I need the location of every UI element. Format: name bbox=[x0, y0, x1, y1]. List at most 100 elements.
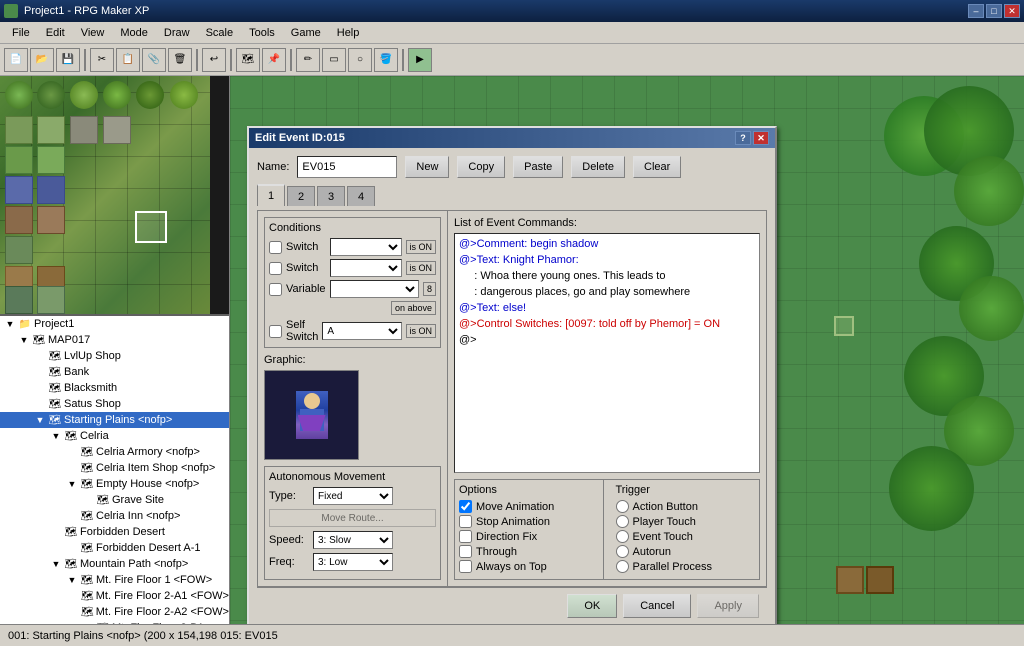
tree-celria-armory[interactable]: 🗺 Celria Armory <nofp> bbox=[0, 444, 229, 460]
menu-draw[interactable]: Draw bbox=[156, 25, 198, 41]
title-bar-buttons[interactable]: – □ ✕ bbox=[968, 4, 1020, 18]
tool-undo[interactable]: ↩ bbox=[202, 48, 226, 72]
tool-open[interactable]: 📂 bbox=[30, 48, 54, 72]
expand-icon[interactable]: ▼ bbox=[32, 415, 48, 425]
variable-checkbox[interactable] bbox=[269, 283, 282, 296]
tree-forbidden-desert-a1[interactable]: 🗺 Forbidden Desert A-1 bbox=[0, 540, 229, 556]
tree-celria[interactable]: ▼ 🗺 Celria bbox=[0, 428, 229, 444]
tree-mt-fire-1[interactable]: ▼ 🗺 Mt. Fire Floor 1 <FOW> bbox=[0, 572, 229, 588]
tool-new[interactable]: 📄 bbox=[4, 48, 28, 72]
through-checkbox[interactable] bbox=[459, 545, 472, 558]
move-route-button[interactable]: Move Route... bbox=[269, 509, 436, 527]
always-on-top-checkbox[interactable] bbox=[459, 560, 472, 573]
tool-delete[interactable]: 🗑 bbox=[168, 48, 192, 72]
expand-icon[interactable]: ▼ bbox=[64, 479, 80, 489]
tree-mountain-path[interactable]: ▼ 🗺 Mountain Path <nofp> bbox=[0, 556, 229, 572]
tool-rect[interactable]: ▭ bbox=[322, 48, 346, 72]
switch1-checkbox[interactable] bbox=[269, 241, 282, 254]
tree-satus[interactable]: 🗺 Satus Shop bbox=[0, 396, 229, 412]
tree-lvlup[interactable]: 🗺 LvlUp Shop bbox=[0, 348, 229, 364]
menu-mode[interactable]: Mode bbox=[112, 25, 156, 41]
event-touch-radio[interactable] bbox=[616, 530, 629, 543]
maximize-button[interactable]: □ bbox=[986, 4, 1002, 18]
menu-scale[interactable]: Scale bbox=[198, 25, 242, 41]
freq-select[interactable]: 3: Low bbox=[313, 553, 393, 571]
tab-4[interactable]: 4 bbox=[347, 186, 375, 206]
expand-icon[interactable]: ▼ bbox=[48, 431, 64, 441]
bottom-section: Options Move Animation Stop Animation bbox=[454, 479, 760, 580]
map-icon: 🗺 bbox=[80, 573, 94, 587]
minimize-button[interactable]: – bbox=[968, 4, 984, 18]
copy-button[interactable]: Copy bbox=[457, 156, 505, 178]
stop-animation-checkbox[interactable] bbox=[459, 515, 472, 528]
tree-starting-plains[interactable]: ▼ 🗺 Starting Plains <nofp> bbox=[0, 412, 229, 428]
move-animation-row: Move Animation bbox=[459, 500, 599, 513]
self-switch-checkbox[interactable] bbox=[269, 325, 282, 338]
switch1-select[interactable] bbox=[330, 238, 402, 256]
action-button-radio[interactable] bbox=[616, 500, 629, 513]
tool-copy[interactable]: 📋 bbox=[116, 48, 140, 72]
move-animation-checkbox[interactable] bbox=[459, 500, 472, 513]
tool-map[interactable]: 🗺 bbox=[236, 48, 260, 72]
apply-button[interactable]: Apply bbox=[697, 594, 759, 618]
menu-file[interactable]: File bbox=[4, 25, 38, 41]
tool-pencil[interactable]: ✏ bbox=[296, 48, 320, 72]
type-select[interactable]: Fixed Random Approach Custom bbox=[313, 487, 393, 505]
autorun-radio[interactable] bbox=[616, 545, 629, 558]
tool-ellipse[interactable]: ○ bbox=[348, 48, 372, 72]
tool-paste[interactable]: 📎 bbox=[142, 48, 166, 72]
delete-button[interactable]: Delete bbox=[571, 156, 625, 178]
event-commands-list[interactable]: @>Comment: begin shadow @>Text: Knight P… bbox=[454, 233, 760, 473]
tree-mt-fire-2a2[interactable]: 🗺 Mt. Fire Floor 2-A2 <FOW> bbox=[0, 604, 229, 620]
menu-tools[interactable]: Tools bbox=[241, 25, 283, 41]
new-button[interactable]: New bbox=[405, 156, 449, 178]
tab-3[interactable]: 3 bbox=[317, 186, 345, 206]
tree-map017[interactable]: ▼ 🗺 MAP017 bbox=[0, 332, 229, 348]
graphic-box[interactable] bbox=[264, 370, 359, 460]
clear-button[interactable]: Clear bbox=[633, 156, 681, 178]
tool-save[interactable]: 💾 bbox=[56, 48, 80, 72]
cancel-button[interactable]: Cancel bbox=[623, 594, 691, 618]
name-input[interactable] bbox=[297, 156, 397, 178]
self-switch-select[interactable]: A bbox=[322, 322, 401, 340]
tree-celria-item[interactable]: 🗺 Celria Item Shop <nofp> bbox=[0, 460, 229, 476]
tree-mt-fire-2a1[interactable]: 🗺 Mt. Fire Floor 2-A1 <FOW> bbox=[0, 588, 229, 604]
switch2-select[interactable] bbox=[330, 259, 402, 277]
tree-blacksmith[interactable]: 🗺 Blacksmith bbox=[0, 380, 229, 396]
tab-2[interactable]: 2 bbox=[287, 186, 315, 206]
expand-icon[interactable]: ▼ bbox=[2, 319, 18, 329]
dialog-close-button[interactable]: ✕ bbox=[753, 131, 769, 145]
menu-view[interactable]: View bbox=[73, 25, 113, 41]
map-tree[interactable]: ▼ 📁 Project1 ▼ 🗺 MAP017 🗺 LvlUp Shop 🗺 bbox=[0, 316, 229, 624]
tree-grave-site[interactable]: 🗺 Grave Site bbox=[0, 492, 229, 508]
menu-edit[interactable]: Edit bbox=[38, 25, 73, 41]
tool-play[interactable]: ▶ bbox=[408, 48, 432, 72]
direction-fix-checkbox[interactable] bbox=[459, 530, 472, 543]
dialog-title-buttons[interactable]: ? ✕ bbox=[735, 131, 769, 145]
paste-button[interactable]: Paste bbox=[513, 156, 563, 178]
expand-icon[interactable]: ▼ bbox=[48, 559, 64, 569]
player-touch-radio[interactable] bbox=[616, 515, 629, 528]
speed-select[interactable]: 3: Slow bbox=[313, 531, 393, 549]
tree-celria-inn[interactable]: 🗺 Celria Inn <nofp> bbox=[0, 508, 229, 524]
tree-bank[interactable]: 🗺 Bank bbox=[0, 364, 229, 380]
tool-fill[interactable]: 🪣 bbox=[374, 48, 398, 72]
tool-cut[interactable]: ✂ bbox=[90, 48, 114, 72]
expand-icon[interactable]: ▼ bbox=[64, 575, 80, 585]
close-button[interactable]: ✕ bbox=[1004, 4, 1020, 18]
dialog-help-button[interactable]: ? bbox=[735, 131, 751, 145]
ok-button[interactable]: OK bbox=[567, 594, 617, 618]
tree-project[interactable]: ▼ 📁 Project1 bbox=[0, 316, 229, 332]
switch2-checkbox[interactable] bbox=[269, 262, 282, 275]
graphic-section: Graphic: bbox=[264, 354, 441, 460]
menu-game[interactable]: Game bbox=[283, 25, 329, 41]
parallel-process-radio[interactable] bbox=[616, 560, 629, 573]
menu-help[interactable]: Help bbox=[329, 25, 368, 41]
tree-forbidden-desert[interactable]: 🗺 Forbidden Desert bbox=[0, 524, 229, 540]
variable-select[interactable] bbox=[330, 280, 419, 298]
tool-event[interactable]: 📌 bbox=[262, 48, 286, 72]
tab-1[interactable]: 1 bbox=[257, 184, 285, 206]
tile-palette-image[interactable] bbox=[0, 76, 210, 316]
expand-icon[interactable]: ▼ bbox=[16, 335, 32, 345]
tree-empty-house[interactable]: ▼ 🗺 Empty House <nofp> bbox=[0, 476, 229, 492]
